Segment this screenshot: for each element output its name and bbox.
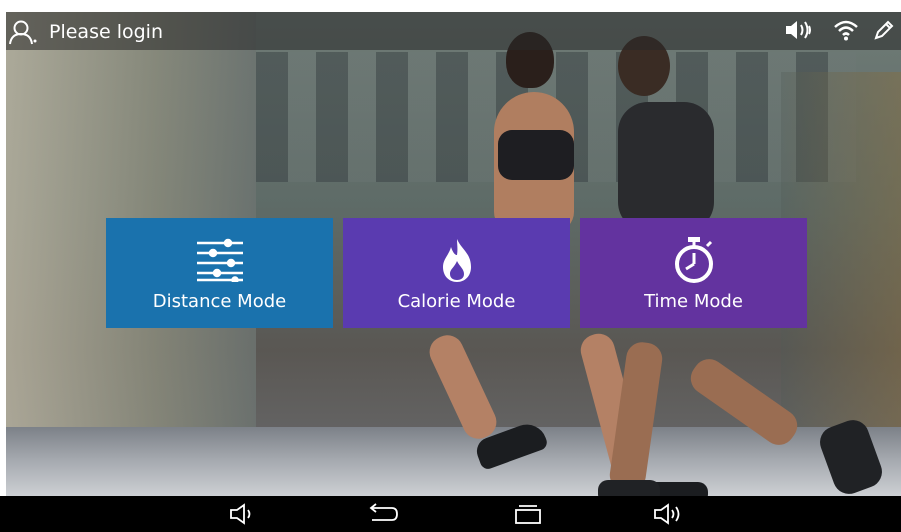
time-mode-button[interactable]: Time Mode bbox=[580, 218, 807, 328]
wifi-icon bbox=[833, 19, 859, 41]
volume-up-icon[interactable] bbox=[652, 502, 686, 526]
distance-mode-label: Distance Mode bbox=[152, 290, 287, 312]
flame-icon bbox=[430, 235, 484, 285]
status-icons bbox=[785, 19, 895, 41]
recent-apps-icon[interactable] bbox=[511, 502, 545, 526]
sliders-icon bbox=[193, 235, 247, 285]
status-bar: Please login bbox=[6, 12, 901, 50]
user-icon[interactable] bbox=[8, 19, 38, 45]
calorie-mode-button[interactable]: Calorie Mode bbox=[343, 218, 570, 328]
login-prompt[interactable]: Please login bbox=[49, 21, 163, 43]
navigation-bar bbox=[0, 496, 901, 532]
stopwatch-icon bbox=[667, 235, 721, 285]
calorie-mode-label: Calorie Mode bbox=[397, 290, 516, 312]
volume-down-icon[interactable] bbox=[226, 502, 260, 526]
distance-mode-button[interactable]: Distance Mode bbox=[106, 218, 333, 328]
back-icon[interactable] bbox=[366, 502, 400, 526]
time-mode-label: Time Mode bbox=[644, 290, 743, 312]
screen: Please login Distance Mode Calorie Mode … bbox=[0, 0, 901, 532]
pen-icon bbox=[873, 19, 895, 41]
volume-icon bbox=[785, 19, 819, 41]
